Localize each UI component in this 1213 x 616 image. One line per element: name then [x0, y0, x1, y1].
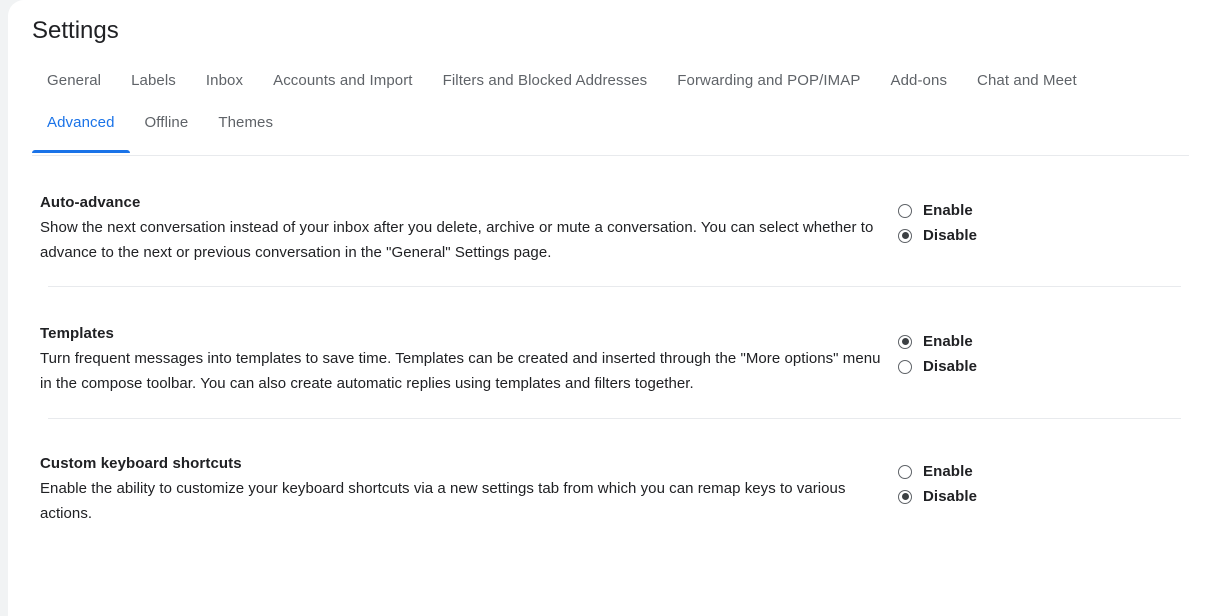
setting-section-auto-advance: Auto-advance Show the next conversation …: [8, 156, 1213, 286]
radio-option-enable[interactable]: Enable: [898, 459, 1189, 484]
radio-option-enable[interactable]: Enable: [898, 329, 1189, 354]
tab-add-ons[interactable]: Add-ons: [875, 66, 962, 97]
radio-group-auto-advance: Enable Disable: [895, 192, 1189, 248]
radio-icon-disable[interactable]: [898, 489, 912, 504]
radio-icon-enable[interactable]: [898, 334, 912, 349]
page-title: Settings: [32, 17, 119, 44]
tab-accounts-and-import[interactable]: Accounts and Import: [258, 66, 427, 97]
tab-offline[interactable]: Offline: [130, 108, 204, 139]
radio-label-enable[interactable]: Enable: [923, 332, 973, 352]
section-title: Auto-advance: [40, 194, 141, 211]
setting-section-custom-keyboard-shortcuts: Custom keyboard shortcuts Enable the abi…: [8, 419, 1213, 546]
radio-icon-disable[interactable]: [898, 359, 912, 374]
tab-filters-and-blocked-addresses[interactable]: Filters and Blocked Addresses: [428, 66, 663, 97]
radio-icon-disable[interactable]: [898, 228, 912, 243]
section-description: Enable the ability to customize your key…: [40, 480, 846, 522]
radio-label-disable[interactable]: Disable: [923, 487, 977, 507]
section-description: Show the next conversation instead of yo…: [40, 219, 874, 261]
section-text: Custom keyboard shortcuts Enable the abi…: [40, 453, 895, 526]
tab-inbox[interactable]: Inbox: [191, 66, 258, 97]
tab-themes[interactable]: Themes: [203, 108, 288, 139]
settings-tabs: General Labels Inbox Accounts and Import…: [8, 66, 1213, 153]
tab-labels[interactable]: Labels: [116, 66, 191, 97]
tabs-row-primary: General Labels Inbox Accounts and Import…: [8, 66, 1213, 108]
section-title: Templates: [40, 325, 114, 342]
settings-card: Settings General Labels Inbox Accounts a…: [8, 0, 1213, 616]
radio-label-disable[interactable]: Disable: [923, 226, 977, 246]
radio-option-disable[interactable]: Disable: [898, 354, 1189, 379]
section-text: Auto-advance Show the next conversation …: [40, 192, 895, 265]
radio-option-disable[interactable]: Disable: [898, 223, 1189, 248]
radio-group-templates: Enable Disable: [895, 323, 1189, 379]
radio-label-enable[interactable]: Enable: [923, 201, 973, 221]
section-title: Custom keyboard shortcuts: [40, 455, 242, 472]
radio-option-disable[interactable]: Disable: [898, 484, 1189, 509]
tab-general[interactable]: General: [32, 66, 116, 97]
tab-chat-and-meet[interactable]: Chat and Meet: [962, 66, 1092, 97]
settings-sections: Auto-advance Show the next conversation …: [8, 156, 1213, 546]
radio-icon-enable[interactable]: [898, 464, 912, 479]
setting-section-templates: Templates Turn frequent messages into te…: [8, 287, 1213, 418]
tabs-row-secondary: Advanced Offline Themes: [8, 108, 1213, 153]
tab-forwarding-and-pop-imap[interactable]: Forwarding and POP/IMAP: [662, 66, 875, 97]
section-text: Templates Turn frequent messages into te…: [40, 323, 895, 396]
radio-option-enable[interactable]: Enable: [898, 198, 1189, 223]
radio-icon-enable[interactable]: [898, 203, 912, 218]
radio-label-disable[interactable]: Disable: [923, 357, 977, 377]
section-description: Turn frequent messages into templates to…: [40, 350, 881, 392]
radio-label-enable[interactable]: Enable: [923, 462, 973, 482]
tab-advanced[interactable]: Advanced: [32, 108, 130, 153]
radio-group-custom-keyboard-shortcuts: Enable Disable: [895, 453, 1189, 509]
